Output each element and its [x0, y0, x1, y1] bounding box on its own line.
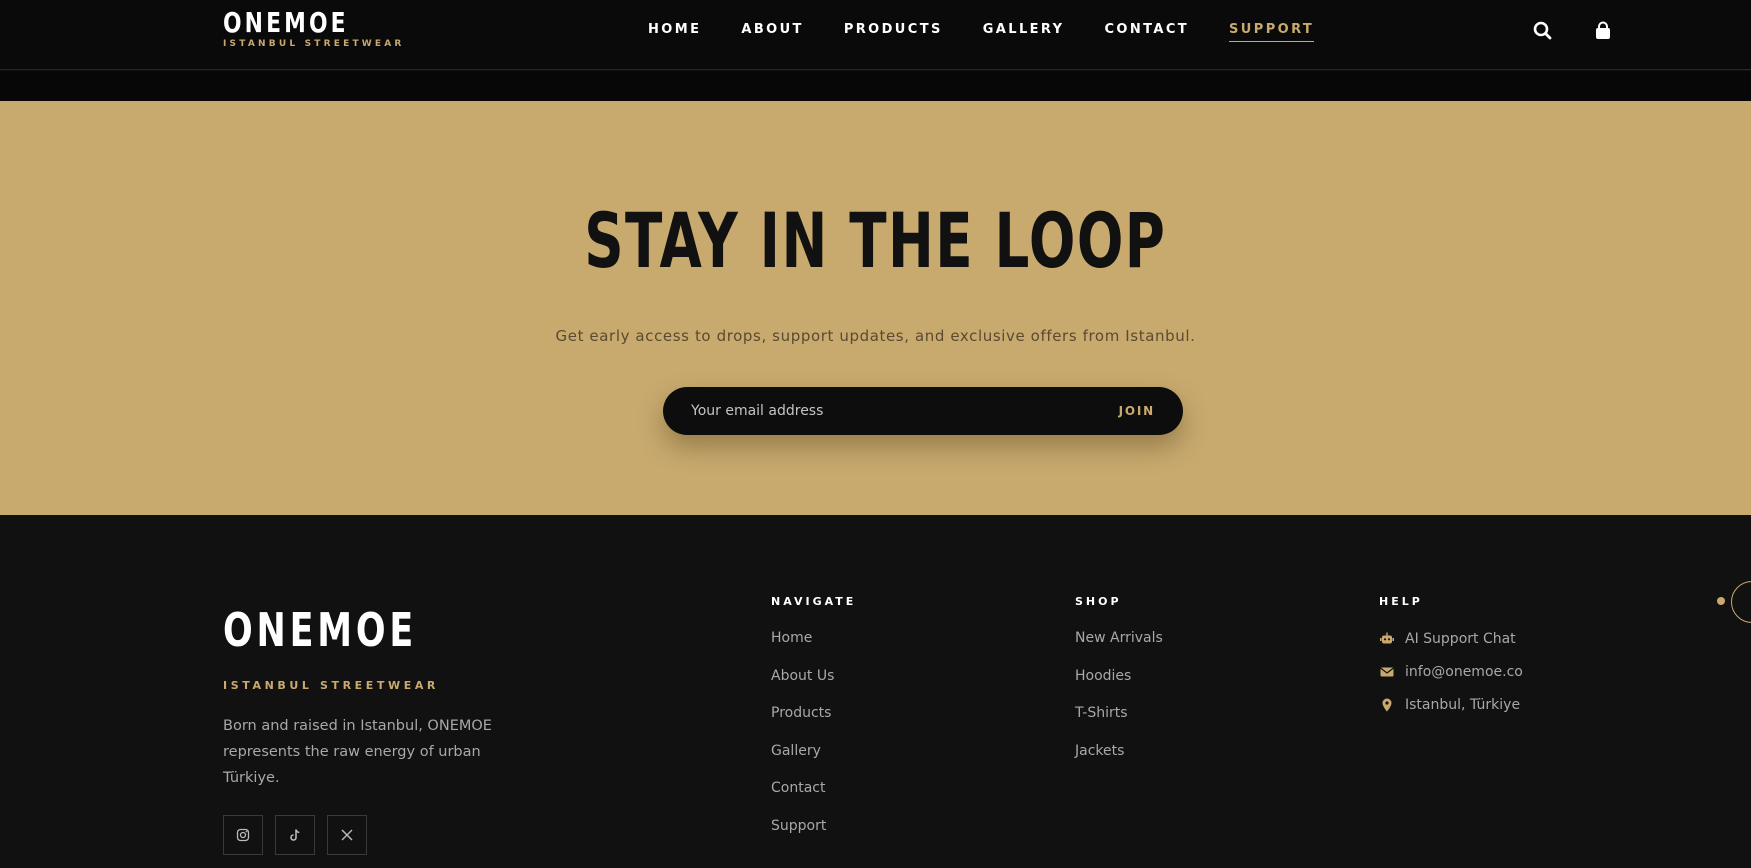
- footer-link-gallery[interactable]: Gallery: [771, 741, 856, 779]
- nav-contact[interactable]: CONTACT: [1104, 22, 1189, 42]
- newsletter-form: JOIN: [663, 387, 1183, 435]
- newsletter-title: STAY IN THE LOOP: [584, 196, 1167, 285]
- map-pin-icon: [1382, 698, 1392, 711]
- x-icon[interactable]: [327, 815, 367, 855]
- cursor-dot: [1717, 597, 1725, 605]
- footer-brand-tagline: ISTANBUL STREETWEAR: [223, 679, 439, 692]
- site-footer: ONEMOE ISTANBUL STREETWEAR Born and rais…: [0, 515, 1751, 868]
- help-email[interactable]: info@onemoe.co: [1379, 655, 1523, 688]
- join-button[interactable]: JOIN: [1119, 387, 1155, 435]
- footer-link-jackets[interactable]: Jackets: [1075, 741, 1163, 779]
- help-heading: HELP: [1379, 595, 1423, 608]
- footer-brand-name: ONEMOE: [223, 603, 418, 657]
- footer-navigate-column: NAVIGATE Home About Us Products Gallery …: [771, 595, 856, 854]
- newsletter-section: STAY IN THE LOOP Get early access to dro…: [0, 101, 1751, 515]
- help-location: Istanbul, Türkiye: [1379, 688, 1523, 721]
- main-nav: HOME ABOUT PRODUCTS GALLERY CONTACT SUPP…: [648, 22, 1315, 42]
- footer-link-products[interactable]: Products: [771, 703, 856, 741]
- footer-shop-column: SHOP New Arrivals Hoodies T-Shirts Jacke…: [1075, 595, 1163, 778]
- footer-description: Born and raised in Istanbul, ONEMOE repr…: [223, 718, 492, 786]
- nav-gallery[interactable]: GALLERY: [983, 22, 1065, 42]
- help-ai-chat[interactable]: AI Support Chat: [1379, 622, 1523, 655]
- brand-logo[interactable]: ONEMOE ISTANBUL STREETWEAR: [223, 6, 405, 50]
- shop-heading: SHOP: [1075, 595, 1122, 608]
- newsletter-subtitle: Get early access to drops, support updat…: [555, 327, 1196, 345]
- tiktok-icon[interactable]: [275, 815, 315, 855]
- nav-home[interactable]: HOME: [648, 22, 701, 42]
- envelope-icon: [1380, 667, 1394, 676]
- bag-icon[interactable]: [1592, 20, 1614, 42]
- footer-link-about[interactable]: About Us: [771, 666, 856, 704]
- footer-link-support[interactable]: Support: [771, 816, 856, 854]
- nav-support[interactable]: SUPPORT: [1229, 22, 1315, 42]
- robot-icon: [1380, 632, 1394, 643]
- brand-name: ONEMOE: [223, 6, 349, 39]
- site-header: ONEMOE ISTANBUL STREETWEAR HOME ABOUT PR…: [0, 0, 1751, 70]
- navigate-heading: NAVIGATE: [771, 595, 857, 608]
- help-email-label: info@onemoe.co: [1405, 663, 1523, 680]
- header-strip: [0, 71, 1751, 101]
- help-location-label: Istanbul, Türkiye: [1405, 696, 1521, 713]
- search-icon[interactable]: [1532, 20, 1554, 42]
- footer-link-new-arrivals[interactable]: New Arrivals: [1075, 628, 1163, 666]
- brand-tagline: ISTANBUL STREETWEAR: [223, 39, 405, 49]
- footer-link-tshirts[interactable]: T-Shirts: [1075, 703, 1163, 741]
- footer-link-hoodies[interactable]: Hoodies: [1075, 666, 1163, 704]
- footer-help-column: HELP AI Support Chat info@onemoe.co Ista…: [1379, 595, 1523, 721]
- footer-link-contact[interactable]: Contact: [771, 778, 856, 816]
- nav-products[interactable]: PRODUCTS: [844, 22, 943, 42]
- email-input[interactable]: [691, 387, 1071, 435]
- nav-about[interactable]: ABOUT: [741, 22, 803, 42]
- footer-link-home[interactable]: Home: [771, 628, 856, 666]
- help-ai-chat-label: AI Support Chat: [1405, 630, 1516, 647]
- instagram-icon[interactable]: [223, 815, 263, 855]
